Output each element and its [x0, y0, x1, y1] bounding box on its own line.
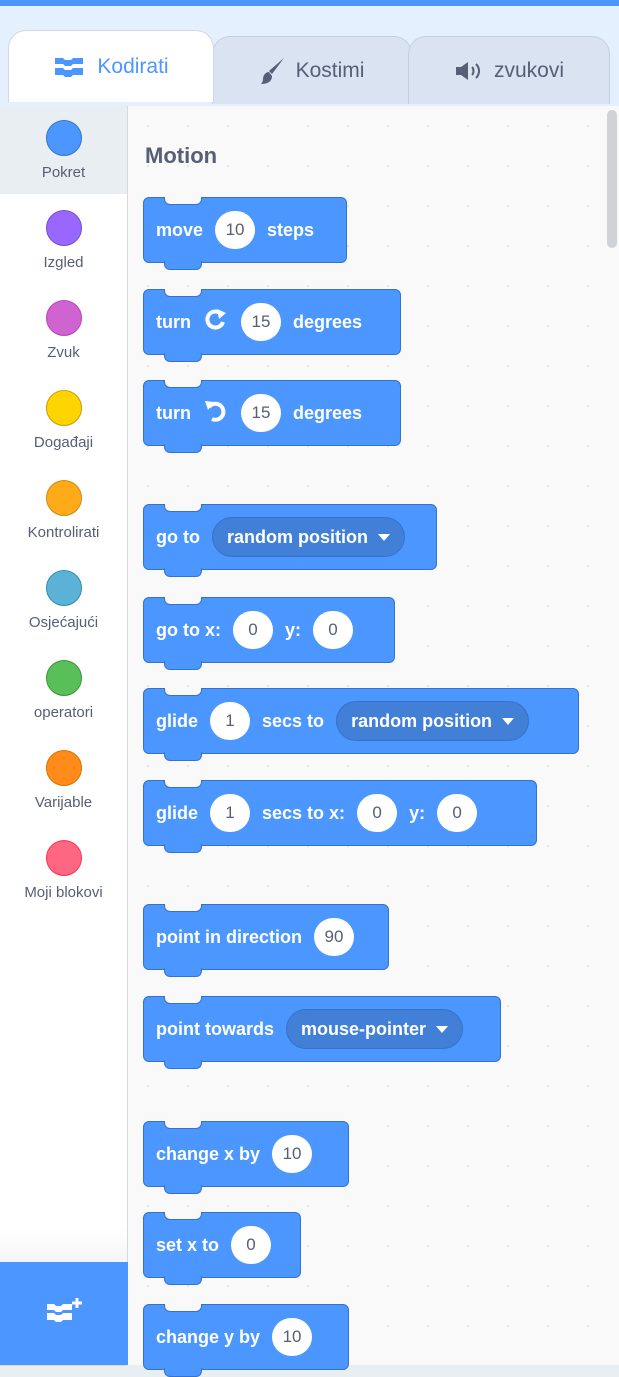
tab-code[interactable]: Kodirati: [8, 30, 214, 102]
category-motion[interactable]: Pokret: [0, 106, 127, 194]
y-input[interactable]: 0: [437, 794, 478, 832]
target-dropdown[interactable]: mouse-pointer: [286, 1009, 464, 1049]
block-text: go to: [156, 526, 200, 547]
chevron-down-icon: [436, 1025, 449, 1033]
palette-scrollbar[interactable]: [607, 110, 617, 248]
block-text: degrees: [293, 311, 363, 332]
block-text: go to x:: [156, 619, 221, 640]
secs-input[interactable]: 1: [210, 794, 251, 832]
category-label: Zvuk: [47, 344, 80, 361]
rotate-left-icon: [203, 399, 229, 428]
tab-code-label: Kodirati: [97, 54, 169, 78]
category-dot: [45, 570, 82, 606]
category-label: Varijable: [34, 794, 93, 811]
block-change-x[interactable]: change x by 10: [143, 1121, 349, 1194]
y-change-input[interactable]: 10: [272, 1318, 313, 1356]
category-label: Izgled: [43, 254, 84, 271]
block-point-direction[interactable]: point in direction 90: [143, 904, 389, 977]
category-dot: [45, 390, 82, 426]
secs-input[interactable]: 1: [210, 702, 251, 740]
x-input[interactable]: 0: [233, 611, 273, 649]
block-text: turn: [156, 402, 191, 423]
category-label: Pokret: [41, 164, 86, 181]
category-label: Događaji: [33, 434, 94, 451]
block-text: steps: [267, 219, 315, 240]
block-text: change y by: [156, 1326, 261, 1347]
block-point-towards[interactable]: point towards mouse-pointer: [143, 996, 501, 1069]
category-dot: [45, 210, 82, 246]
block-text: degrees: [293, 402, 363, 423]
category-dot: [45, 300, 82, 336]
category-events[interactable]: Događaji: [0, 376, 127, 464]
x-value-input[interactable]: 0: [231, 1226, 272, 1264]
dropdown-value: mouse-pointer: [301, 1018, 427, 1039]
category-control[interactable]: Kontrolirati: [0, 466, 127, 554]
x-change-input[interactable]: 10: [272, 1135, 313, 1173]
block-go-to[interactable]: go to random position: [143, 504, 437, 577]
tab-costumes[interactable]: Kostimi: [212, 36, 412, 104]
degrees-input[interactable]: 15: [241, 394, 281, 432]
category-dot: [45, 750, 82, 786]
block-set-x[interactable]: set x to 0: [143, 1212, 301, 1285]
block-text: change x by: [156, 1143, 261, 1164]
block-text: secs to x:: [262, 802, 346, 823]
category-looks[interactable]: Izgled: [0, 196, 127, 284]
block-turn-left[interactable]: turn 15 degrees: [143, 380, 401, 453]
block-text: point in direction: [156, 926, 302, 947]
category-sound[interactable]: Zvuk: [0, 286, 127, 374]
code-blocks-icon: [53, 56, 87, 78]
block-change-y[interactable]: change y by 10: [143, 1304, 349, 1377]
category-my-blocks[interactable]: Moji blokovi: [0, 826, 127, 914]
chevron-down-icon: [377, 533, 390, 541]
steps-input[interactable]: 10: [215, 211, 256, 249]
direction-input[interactable]: 90: [314, 918, 354, 956]
block-text: set x to: [156, 1234, 220, 1255]
category-variables[interactable]: Varijable: [0, 736, 127, 824]
category-label: Moji blokovi: [24, 884, 103, 901]
category-label: Osjećajući: [28, 614, 99, 631]
degrees-input[interactable]: 15: [241, 303, 281, 341]
position-dropdown[interactable]: random position: [211, 517, 405, 557]
section-title: Motion: [145, 143, 218, 168]
x-input[interactable]: 0: [357, 794, 398, 832]
category-sidebar: Pokret Izgled Zvuk Događaji Kontrolirati…: [0, 106, 128, 1366]
category-sensing[interactable]: Osjećajući: [0, 556, 127, 644]
block-text: secs to: [262, 710, 325, 731]
speaker-icon: [454, 60, 484, 82]
block-text: turn: [156, 311, 191, 332]
block-go-to-xy[interactable]: go to x: 0 y: 0: [143, 597, 395, 670]
add-extension-button[interactable]: [0, 1262, 128, 1365]
block-text: y:: [409, 802, 426, 823]
block-text: point towards: [156, 1018, 274, 1039]
category-dot: [45, 840, 82, 876]
category-label: Kontrolirati: [27, 524, 100, 541]
block-text: glide: [156, 802, 199, 823]
tab-sounds[interactable]: zvukovi: [408, 36, 610, 104]
category-operators[interactable]: operatori: [0, 646, 127, 734]
block-text: move: [156, 219, 204, 240]
block-text: y:: [285, 619, 302, 640]
dropdown-value: random position: [351, 710, 493, 731]
dropdown-value: random position: [226, 526, 368, 547]
add-extension-icon: [44, 1296, 84, 1331]
rotate-right-icon: [203, 308, 229, 337]
block-turn-right[interactable]: turn 15 degrees: [143, 289, 401, 362]
block-move-steps[interactable]: move 10 steps: [143, 197, 347, 270]
block-glide-to[interactable]: glide 1 secs to random position: [143, 688, 579, 761]
y-input[interactable]: 0: [313, 611, 354, 649]
tab-costumes-label: Kostimi: [295, 58, 365, 82]
position-dropdown[interactable]: random position: [336, 701, 530, 741]
category-label: operatori: [33, 704, 94, 721]
block-text: glide: [156, 710, 199, 731]
chevron-down-icon: [502, 717, 515, 725]
block-glide-xy[interactable]: glide 1 secs to x: 0 y: 0: [143, 780, 537, 853]
tab-sounds-label: zvukovi: [493, 58, 565, 82]
category-dot: [45, 660, 82, 696]
category-dot: [45, 120, 82, 156]
category-dot: [45, 480, 82, 516]
brush-icon: [260, 56, 286, 86]
